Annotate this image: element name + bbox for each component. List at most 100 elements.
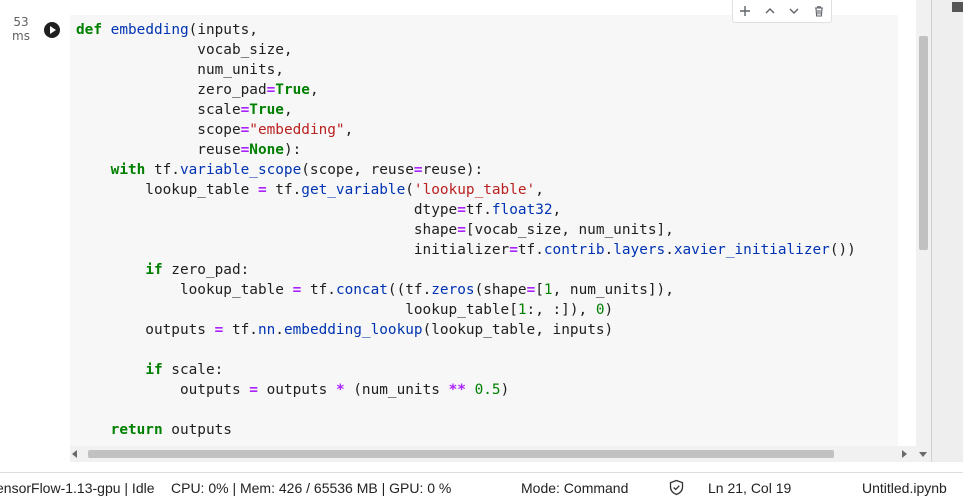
code-token: (inputs, [188,22,258,38]
code-line: return outputs [76,420,856,440]
code-token: , [344,122,354,138]
code-line: vocab_size, [76,40,856,60]
code-line: num_units, [76,60,856,80]
code-cell[interactable]: def embedding(inputs, vocab_size, num_un… [70,15,898,462]
code-line: lookup_table = tf.concat((tf.zeros(shape… [76,280,856,300]
code-token: . [665,242,674,258]
code-line: lookup_table = tf.get_variable('lookup_t… [76,180,856,200]
play-icon [50,26,56,34]
code-line: lookup_table[1:, :]), 0) [76,300,856,320]
execution-time: 53 ms [10,15,32,43]
code-token: [vocab_size, num_units], [465,222,674,238]
code-token: tf. [517,242,544,258]
code-token: = [526,282,536,298]
code-line: if scale: [76,360,856,380]
code-token: zero_pad: [162,262,250,278]
code-token: outputs [76,322,215,338]
horizontal-scroll-thumb[interactable] [88,450,834,458]
code-line: outputs = tf.nn.embedding_lookup(lookup_… [76,320,856,340]
code-token: , [309,82,319,98]
code-token: scope [76,122,241,138]
code-line: reuse=None): [76,140,856,160]
code-token: nn [257,322,276,338]
code-token: , [283,102,293,118]
code-token: float32 [491,202,553,218]
code-token: 0.5 [474,382,501,398]
code-line: scope="embedding", [76,120,856,140]
code-token: = [214,322,224,338]
code-token: embedding_lookup [283,322,423,338]
chevron-up-icon[interactable] [761,2,779,20]
vertical-scroll-thumb[interactable] [919,36,928,250]
code-token: ) [500,382,510,398]
code-token: embedding [110,22,189,38]
code-line: with tf.variable_scope(scope, reuse=reus… [76,160,856,180]
code-token: contrib [543,242,605,258]
code-token: tf. [145,162,180,178]
scroll-down-icon[interactable] [919,452,927,457]
code-line: def embedding(inputs, [76,20,856,40]
code-token: with [110,162,146,178]
code-token: = [413,162,423,178]
code-token: None [249,142,284,158]
code-token: 0 [595,302,605,318]
code-token: zeros [431,282,475,298]
code-line: scale=True, [76,100,856,120]
code-token: * [335,382,345,398]
code-line: if zero_pad: [76,260,856,280]
code-token: ): [283,142,302,158]
code-editor[interactable]: def embedding(inputs, vocab_size, num_un… [76,20,856,440]
kernel-status[interactable]: TensorFlow-1.13-gpu | Idle [0,480,155,496]
code-line: shape=[vocab_size, num_units], [76,220,856,240]
plus-icon[interactable] [736,2,754,20]
run-cell-button[interactable] [44,22,60,38]
code-token: 1 [517,302,527,318]
file-name: Untitled.ipynb [862,480,947,496]
code-token: xavier_initializer [673,242,830,258]
code-token: True [249,102,284,118]
vertical-scrollbar[interactable] [916,0,931,462]
code-token: concat [335,282,388,298]
code-token: outputs [257,382,336,398]
code-token: lookup_table[ [76,302,518,318]
code-token: = [509,242,518,258]
code-token: scale [76,102,241,118]
code-token: dtype [76,202,458,218]
code-token: outputs [162,422,232,438]
code-token: variable_scope [179,162,302,178]
code-token: = [266,82,276,98]
code-token: (scope, reuse [301,162,414,178]
scroll-left-icon[interactable] [72,450,77,458]
code-token: . [604,242,614,258]
code-token: get_variable [301,182,406,198]
resource-usage: CPU: 0% | Mem: 426 / 65536 MB | GPU: 0 % [171,480,452,496]
shield-icon[interactable] [668,479,685,496]
cell-toolbar [732,0,832,23]
code-token: 'lookup_table' [413,182,536,198]
cursor-position[interactable]: Ln 21, Col 19 [708,480,791,496]
execution-time-unit: ms [12,29,30,43]
chevron-down-icon[interactable] [785,2,803,20]
code-token: scale: [162,362,224,378]
code-token: vocab_size, [76,42,293,58]
scroll-right-icon[interactable] [902,450,907,458]
code-token: ( [405,182,414,198]
code-token: def [76,22,102,38]
code-token: ((tf. [387,282,432,298]
property-inspector-icon[interactable] [952,2,963,12]
code-token: , [552,202,562,218]
code-token: lookup_table [76,182,258,198]
right-sidebar [931,0,963,462]
code-token: lookup_table [76,282,293,298]
code-token: = [457,202,466,218]
code-token: (lookup_table, inputs) [422,322,614,338]
execution-time-value: 53 [13,15,29,29]
horizontal-scrollbar[interactable] [70,446,916,462]
trash-icon[interactable] [810,2,828,20]
